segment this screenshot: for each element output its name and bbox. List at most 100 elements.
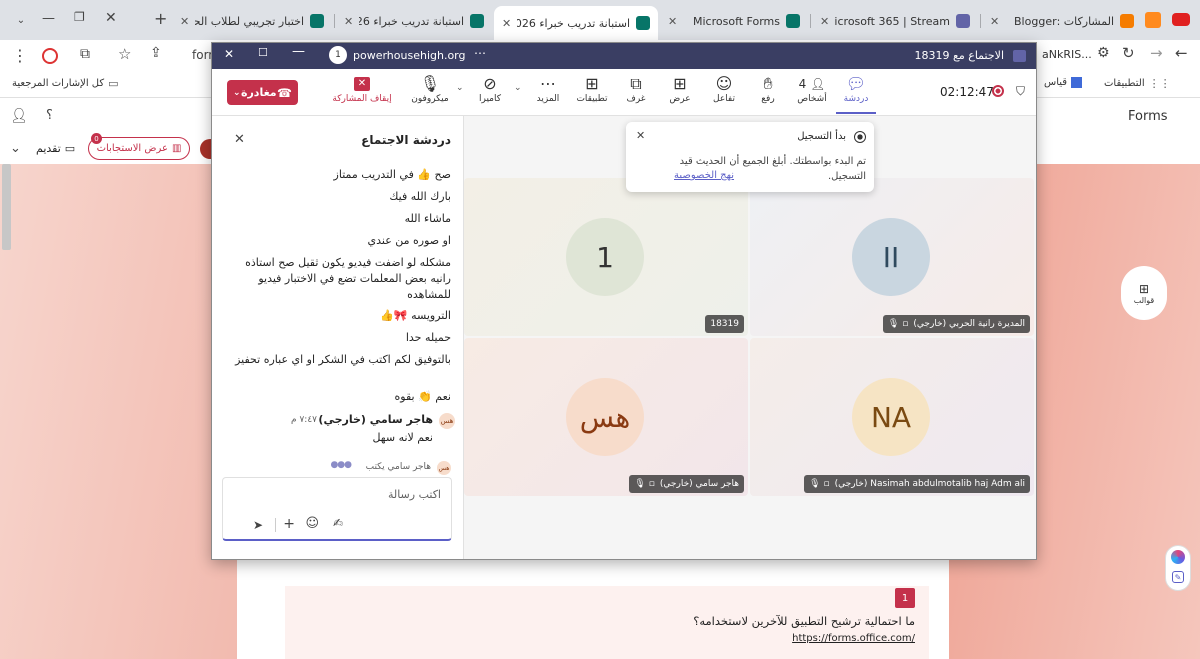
apps-button[interactable]: ⊞ تطبيقات	[572, 74, 612, 104]
tab-survey-2[interactable]: استبانة تدريب خبراء 2026 ... ✕	[336, 8, 492, 34]
blogger-pinned-icon[interactable]	[1145, 12, 1161, 28]
templates-button[interactable]: ⊞ قوالب	[1121, 266, 1167, 320]
compose-placeholder[interactable]: اكتب رسالة	[388, 488, 441, 501]
privacy-policy-link[interactable]: نهج الخصوصية	[674, 170, 734, 181]
participant-avatar: II	[852, 218, 930, 296]
shield-icon: ⛉	[1016, 84, 1026, 98]
send-icon[interactable]: ➤	[253, 518, 263, 532]
more-button[interactable]: ⋯ المزيد	[528, 74, 568, 104]
meeting-counter-badge: 1	[329, 46, 347, 64]
menu-dots-icon[interactable]: ⋮	[12, 46, 28, 65]
chat-button[interactable]: 💬︎ دردشة	[836, 74, 876, 114]
mic-options-chevron-icon[interactable]: ⌄	[456, 83, 464, 93]
tab-close-icon[interactable]: ✕	[344, 15, 353, 28]
tab-close-icon[interactable]: ✕	[820, 15, 829, 28]
participant-tile[interactable]: هس هاجر سامي (خارجي) ▫ 🎙︎	[464, 338, 748, 496]
bookmark-apps[interactable]: ⋮⋮ التطبيقات	[1104, 77, 1171, 90]
react-label: تفاعل	[713, 94, 735, 104]
tab-close-icon[interactable]: ✕	[668, 15, 677, 28]
participant-name: هاجر سامي (خارجي)	[659, 479, 739, 489]
rooms-label: غرف	[626, 94, 646, 104]
question-card[interactable]: 1 ما احتمالية ترشيح التطبيق للآخرين لاست…	[285, 586, 929, 659]
present-label: تقديم	[36, 142, 61, 155]
close-meeting-window-icon[interactable]: ✕	[224, 47, 234, 61]
mic-muted-icon: 🎙︎	[887, 319, 900, 329]
view-button[interactable]: ⊞ عرض	[660, 74, 700, 104]
bookmark-star-icon[interactable]: ☆	[118, 45, 131, 63]
address-bar-overflow-text[interactable]: aNkRIS...	[1042, 48, 1092, 61]
templates-label: قوالب	[1133, 295, 1155, 305]
tab-exam[interactable]: اختبار تجريبي لطلاب الحاسـ... ✕	[172, 8, 332, 34]
tab-close-icon[interactable]: ✕	[502, 17, 511, 30]
site-settings-icon[interactable]: ⚙	[1097, 45, 1110, 61]
react-button[interactable]: ☺ تفاعل	[704, 74, 744, 104]
people-label: أشخاص	[797, 94, 827, 104]
new-tab-icon[interactable]: +	[154, 9, 167, 28]
emoji-icon[interactable]: ☺	[305, 516, 319, 531]
format-pen-icon[interactable]: ✍︎	[333, 516, 343, 530]
share-icon[interactable]: ⇪	[150, 45, 162, 61]
microphone-button[interactable]: 🎙︎ ميكروفون	[410, 74, 450, 104]
tab-blogger[interactable]: المشاركات :Blogger ✕	[982, 8, 1142, 34]
question-link[interactable]: https://forms.office.com/	[792, 633, 915, 644]
profile-icon[interactable]	[42, 48, 58, 64]
participant-avatar: NA	[852, 378, 930, 456]
tab-close-icon[interactable]: ✕	[180, 15, 189, 28]
youtube-pinned-icon[interactable]	[1172, 13, 1190, 26]
rooms-button[interactable]: ⧉ غرف	[616, 74, 656, 104]
tab-stream[interactable]: Microsoft 365 | Stream ✕	[812, 8, 978, 34]
close-popup-icon[interactable]: ✕	[636, 129, 645, 142]
attach-plus-icon[interactable]: +	[283, 516, 295, 532]
help-button[interactable]: ؟	[46, 108, 53, 123]
close-chat-icon[interactable]: ✕	[234, 132, 245, 147]
back-icon[interactable]: ←	[1175, 44, 1188, 62]
maximize-meeting-window-icon[interactable]: ☐	[258, 46, 268, 59]
leave-dropdown-chevron-icon[interactable]: ⌄	[233, 88, 241, 98]
present-button[interactable]: ▭ تقديم	[36, 142, 75, 155]
camera-off-icon: ▫	[902, 319, 909, 329]
recording-indicator-icon	[992, 85, 1004, 97]
tab-search-icon[interactable]: ⌄	[12, 11, 30, 29]
people-button[interactable]: 4 👤︎ أشخاص	[792, 74, 832, 104]
chat-label: دردشة	[843, 94, 869, 104]
participant-tile[interactable]: NA Nasimah abdulmotalib haj Adm ali (خار…	[750, 338, 1034, 496]
minimize-window-icon[interactable]: —	[42, 11, 55, 26]
minimize-meeting-window-icon[interactable]: —	[292, 44, 305, 59]
responses-count-badge: 0	[91, 133, 102, 144]
bookmark-label: قياس	[1044, 77, 1068, 88]
meeting-window-title: الاجتماع مع 18319	[914, 49, 1004, 62]
participant-avatar: 1	[566, 218, 644, 296]
forward-icon[interactable]: →	[1150, 44, 1163, 62]
stop-sharing-button[interactable]: ✕ إيقاف المشاركة	[332, 74, 392, 104]
bookmark-measure[interactable]: قياس	[1044, 77, 1083, 88]
copilot-widget[interactable]: ✎	[1165, 545, 1191, 591]
breakout-rooms-icon: ⧉	[630, 74, 642, 93]
restore-window-icon[interactable]: ❐	[74, 10, 85, 24]
reload-icon[interactable]: ↻	[1122, 44, 1135, 62]
raise-hand-icon: ✋︎	[763, 74, 773, 93]
camera-button[interactable]: ⊘ كاميرا	[470, 74, 510, 104]
all-bookmarks[interactable]: ▭ كل الإشارات المرجعية	[12, 77, 119, 90]
close-window-icon[interactable]: ✕	[105, 10, 117, 26]
account-icon[interactable]: 👤︎	[10, 108, 28, 124]
participant-nametag: 18319	[705, 315, 744, 333]
participant-tile[interactable]: 1 18319	[464, 178, 748, 336]
chat-message: مشكله لو اضفت فيديو يكون ثقيل صح استاذه …	[245, 256, 451, 301]
extensions-icon[interactable]: ⧉	[80, 46, 90, 62]
window-menu-dots-icon[interactable]: ⋯	[474, 46, 486, 60]
tab-microsoft-forms[interactable]: Microsoft Forms ✕	[660, 8, 808, 34]
view-responses-button[interactable]: ▥ عرض الاستجابات	[88, 137, 190, 160]
leave-button[interactable]: ☎ مغادرة ⌄	[227, 80, 298, 105]
camera-options-chevron-icon[interactable]: ⌄	[514, 83, 522, 93]
tab-active-survey[interactable]: استبانة تدريب خبراء 2026 ... ✕	[494, 6, 658, 40]
participant-tile[interactable]: II المديرة رانية الحربي (خارجي) ▫ 🎙︎	[750, 178, 1034, 336]
avatar-initials: 1	[596, 240, 614, 274]
raise-hand-button[interactable]: ✋︎ رفع	[748, 74, 788, 104]
forms-favicon-icon	[786, 14, 800, 28]
compose-box[interactable]: اكتب رسالة ➤ + ☺ ✍︎	[222, 477, 452, 541]
copilot-icon	[1171, 550, 1185, 564]
tab-close-icon[interactable]: ✕	[990, 15, 999, 28]
expand-chevron-icon[interactable]: ⌄	[10, 141, 21, 156]
meeting-timer: 02:12:47	[940, 85, 994, 99]
page-scrollbar[interactable]	[2, 164, 11, 250]
